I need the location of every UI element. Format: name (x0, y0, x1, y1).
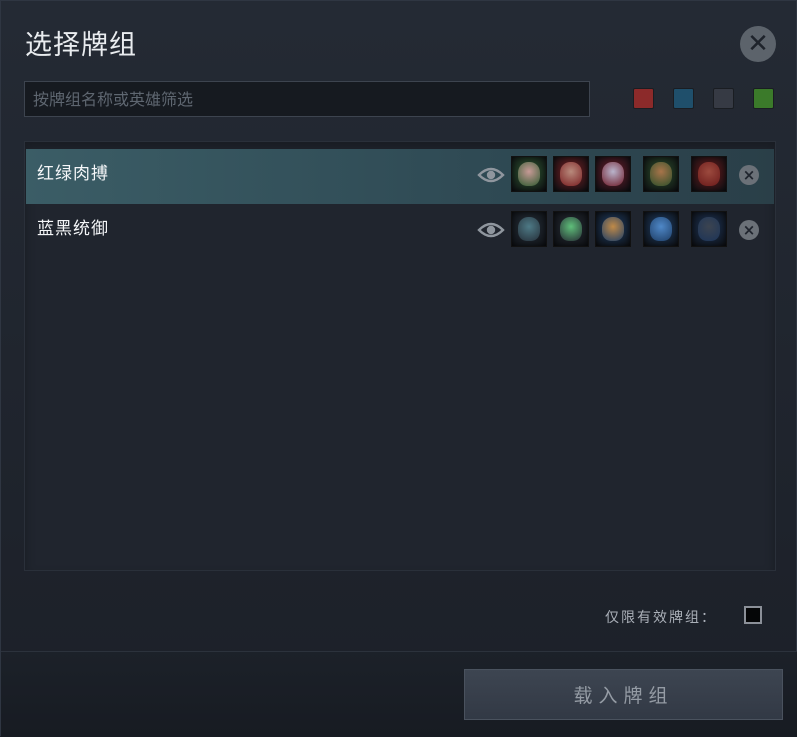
hero-portrait-icon (595, 211, 631, 247)
deck-name: 蓝黑统御 (37, 219, 109, 239)
color-filter-green[interactable] (753, 88, 774, 109)
eye-icon[interactable] (477, 163, 505, 187)
deck-name: 红绿肉搏 (37, 164, 109, 184)
close-icon: × (742, 166, 756, 184)
hero-face (560, 217, 582, 241)
hero-portrait-icon (511, 156, 547, 192)
close-icon: × (742, 221, 756, 239)
hero-portrait-icon (511, 211, 547, 247)
hero-face (698, 217, 720, 241)
deck-list: 红绿肉搏 × 蓝黑统御 × (24, 141, 776, 571)
hero-face (518, 217, 540, 241)
hero-portrait-icon (691, 211, 727, 247)
deck-row[interactable]: 红绿肉搏 × (26, 149, 774, 204)
eye-icon[interactable] (477, 218, 505, 242)
hero-portrait-icon (553, 211, 589, 247)
hero-portrait-icon (643, 211, 679, 247)
hero-face (560, 162, 582, 186)
hero-face (602, 217, 624, 241)
color-filter-black[interactable] (713, 88, 734, 109)
valid-only-label: 仅限有效牌组： (605, 610, 717, 626)
close-icon: ✕ (747, 29, 769, 59)
remove-deck-button[interactable]: × (739, 220, 759, 240)
dialog-title: 选择牌组 (25, 30, 137, 61)
deck-select-dialog: 选择牌组 ✕ 红绿肉搏 × 蓝黑统御 (0, 0, 797, 737)
hero-face (698, 162, 720, 186)
deck-row[interactable]: 蓝黑统御 × (26, 204, 774, 259)
deck-search-input[interactable] (24, 81, 590, 117)
hero-portrait-icon (691, 156, 727, 192)
close-button[interactable]: ✕ (740, 26, 776, 62)
load-deck-button[interactable]: 载入牌组 (464, 669, 783, 720)
hero-portrait-icon (643, 156, 679, 192)
hero-face (650, 217, 672, 241)
color-filter-blue[interactable] (673, 88, 694, 109)
hero-portrait-icon (595, 156, 631, 192)
hero-face (518, 162, 540, 186)
remove-deck-button[interactable]: × (739, 165, 759, 185)
valid-only-checkbox[interactable] (744, 606, 762, 624)
hero-face (602, 162, 624, 186)
hero-portrait-icon (553, 156, 589, 192)
color-filter-red[interactable] (633, 88, 654, 109)
hero-face (650, 162, 672, 186)
